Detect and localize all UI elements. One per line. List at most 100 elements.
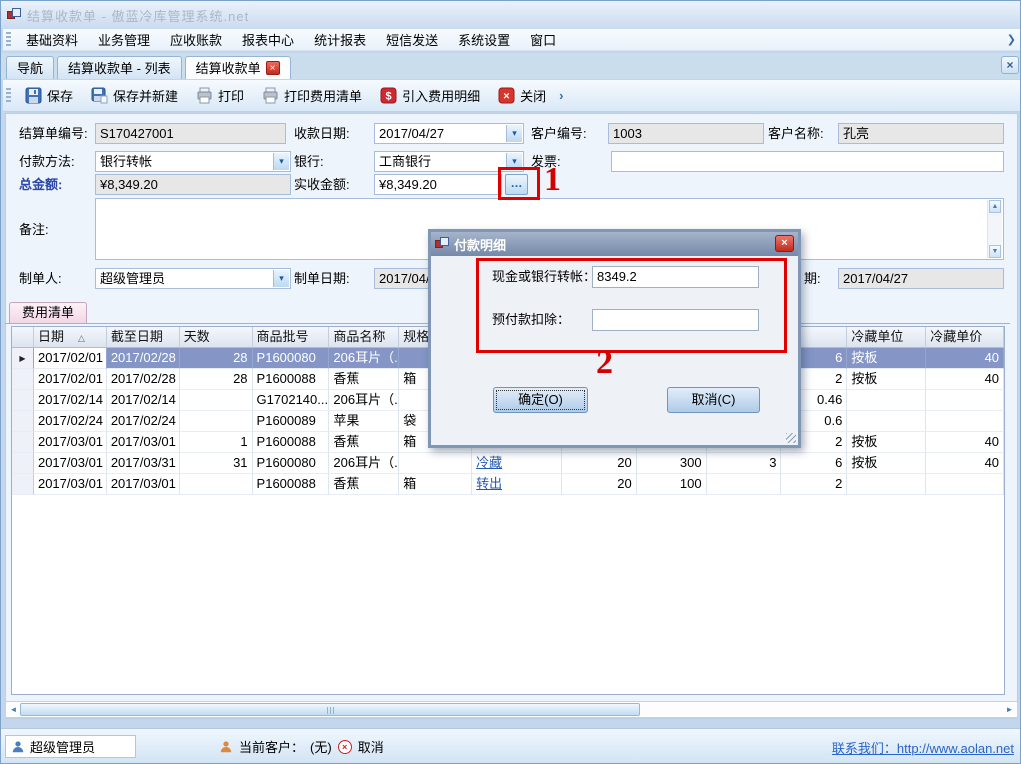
remark-scrollbar[interactable]: ▲ ▼	[987, 200, 1002, 258]
column-header[interactable]: 截至日期	[107, 327, 180, 348]
menu-item-business[interactable]: 业务管理	[88, 28, 160, 51]
invoice-field[interactable]	[611, 151, 1004, 172]
grid-cell[interactable]: 2017/03/31	[107, 453, 180, 474]
grid-cell[interactable]	[847, 474, 926, 495]
bill-no-field[interactable]: S170427001	[95, 123, 286, 144]
chevron-down-icon[interactable]: ▾	[273, 153, 289, 170]
total-amount-field[interactable]: ¥8,349.20	[95, 174, 291, 195]
column-header[interactable]: 商品名称	[329, 327, 399, 348]
print-fee-list-button[interactable]: 打印费用清单	[253, 83, 371, 108]
tab-settlement-list[interactable]: 结算收款单 - 列表	[57, 56, 182, 79]
import-fee-detail-button[interactable]: $ 引入费用明细	[371, 83, 489, 108]
horizontal-scrollbar[interactable]: ◄ ►	[5, 701, 1018, 718]
grid-cell[interactable]: 40	[926, 432, 1004, 453]
grid-cell[interactable]: 2017/02/01	[34, 369, 107, 390]
grid-cell[interactable]: P1600080	[253, 348, 330, 369]
table-row[interactable]: 2017/03/012017/03/01P1600088香蕉箱转出201002	[12, 474, 1004, 495]
grid-cell[interactable]: 2017/03/01	[34, 432, 107, 453]
cancel-button[interactable]: 取消(C)	[667, 387, 760, 413]
grid-cell[interactable]	[707, 474, 782, 495]
column-header-blank[interactable]	[12, 327, 34, 348]
scroll-left-icon[interactable]: ◄	[7, 703, 20, 716]
print-button[interactable]: 打印	[187, 83, 253, 108]
grid-cell[interactable]: P1600088	[253, 432, 330, 453]
grid-cell[interactable]: P1600088	[253, 474, 330, 495]
column-header[interactable]: 天数	[180, 327, 253, 348]
grid-cell[interactable]: 2017/02/14	[107, 390, 180, 411]
grid-cell[interactable]: G1702140...	[253, 390, 330, 411]
grid-cell[interactable]	[180, 390, 253, 411]
grid-cell[interactable]	[926, 390, 1004, 411]
tab-fee-list[interactable]: 费用清单	[9, 302, 87, 324]
menu-item-report-center[interactable]: 报表中心	[232, 28, 304, 51]
grid-cell[interactable]	[399, 453, 472, 474]
toolbar-overflow-chevron[interactable]: ›	[555, 88, 567, 103]
save-and-new-button[interactable]: 保存并新建	[82, 83, 187, 108]
grid-cell[interactable]: 2017/02/01	[34, 348, 107, 369]
grid-cell[interactable]	[180, 411, 253, 432]
pay-method-combo[interactable]: 银行转帐 ▾	[95, 151, 291, 172]
tab-settlement-receipt[interactable]: 结算收款单 ×	[185, 56, 291, 79]
grid-cell[interactable]: 按板	[847, 348, 926, 369]
menu-item-settings[interactable]: 系统设置	[448, 28, 520, 51]
chevron-down-icon[interactable]: ▾	[273, 270, 289, 287]
column-header[interactable]: 日期△	[34, 327, 107, 348]
grid-cell[interactable]: 100	[637, 474, 707, 495]
grid-cell[interactable]: 20	[562, 474, 637, 495]
grid-cell[interactable]: P1600089	[253, 411, 330, 432]
grid-cell[interactable]: 2017/03/01	[34, 474, 107, 495]
grid-cell[interactable]: 206耳片（...	[329, 348, 399, 369]
dialog-title-bar[interactable]: 付款明细 ×	[431, 232, 798, 256]
grid-cell[interactable]: 2017/03/01	[107, 432, 180, 453]
grid-cell[interactable]: 冷藏	[472, 453, 562, 474]
grid-cell[interactable]: P1600088	[253, 369, 330, 390]
grid-cell[interactable]: 2	[781, 474, 847, 495]
menu-item-receivables[interactable]: 应收账款	[160, 28, 232, 51]
tab-close-icon[interactable]: ×	[266, 61, 280, 75]
grid-cell[interactable]: 箱	[399, 474, 472, 495]
grid-cell[interactable]: 2017/02/28	[107, 369, 180, 390]
resize-grip[interactable]	[786, 433, 796, 443]
column-header[interactable]: 冷藏单位	[847, 327, 926, 348]
grid-cell[interactable]: 香蕉	[329, 369, 399, 390]
customer-name-field[interactable]: 孔亮	[838, 123, 1004, 144]
grid-cell[interactable]: 40	[926, 369, 1004, 390]
chevron-down-icon[interactable]: ▾	[506, 125, 522, 142]
tabgroup-close-button[interactable]: ×	[1001, 56, 1019, 74]
grid-cell[interactable]: 300	[637, 453, 707, 474]
grid-cell[interactable]	[926, 411, 1004, 432]
grid-cell[interactable]: 2017/02/14	[34, 390, 107, 411]
grid-cell[interactable]: 2017/02/28	[107, 348, 180, 369]
scroll-down-icon[interactable]: ▼	[989, 245, 1001, 258]
grid-cell[interactable]	[926, 474, 1004, 495]
ok-button[interactable]: 确定(O)	[493, 387, 588, 413]
grid-cell[interactable]: 40	[926, 348, 1004, 369]
grid-cell[interactable]: 2017/02/24	[107, 411, 180, 432]
grid-cell[interactable]: 按板	[847, 453, 926, 474]
menu-item-basic-data[interactable]: 基础资料	[16, 28, 88, 51]
modify-date-field[interactable]: 2017/04/27	[838, 268, 1004, 289]
grid-cell[interactable]: 按板	[847, 432, 926, 453]
scroll-up-icon[interactable]: ▲	[989, 200, 1001, 213]
grid-cell[interactable]: 6	[781, 453, 847, 474]
grid-cell[interactable]: 香蕉	[329, 474, 399, 495]
menu-item-stat-report[interactable]: 统计报表	[304, 28, 376, 51]
grid-cell[interactable]: P1600080	[253, 453, 330, 474]
contact-link[interactable]: 联系我们：http://www.aolan.net	[832, 738, 1014, 757]
table-row[interactable]: 2017/03/012017/03/3131P1600080206耳片（... 冷…	[12, 453, 1004, 474]
grid-cell[interactable]: 206耳片（...	[329, 453, 399, 474]
save-button[interactable]: 保存	[16, 83, 82, 108]
grid-cell[interactable]: 3	[707, 453, 782, 474]
grid-cell[interactable]: 31	[180, 453, 253, 474]
menu-item-window[interactable]: 窗口	[520, 28, 566, 51]
creator-combo[interactable]: 超级管理员 ▾	[95, 268, 291, 289]
grid-cell[interactable]: 2017/03/01	[34, 453, 107, 474]
received-amount-field[interactable]: ¥8,349.20	[374, 174, 502, 195]
menu-overflow-arrow[interactable]: ❯	[1007, 33, 1016, 46]
cancel-customer-link[interactable]: 取消	[358, 737, 384, 756]
grid-cell[interactable]: 28	[180, 348, 253, 369]
grid-cell[interactable]: 20	[562, 453, 637, 474]
grid-cell[interactable]: 香蕉	[329, 432, 399, 453]
scroll-right-icon[interactable]: ►	[1003, 703, 1016, 716]
grid-cell[interactable]: 1	[180, 432, 253, 453]
